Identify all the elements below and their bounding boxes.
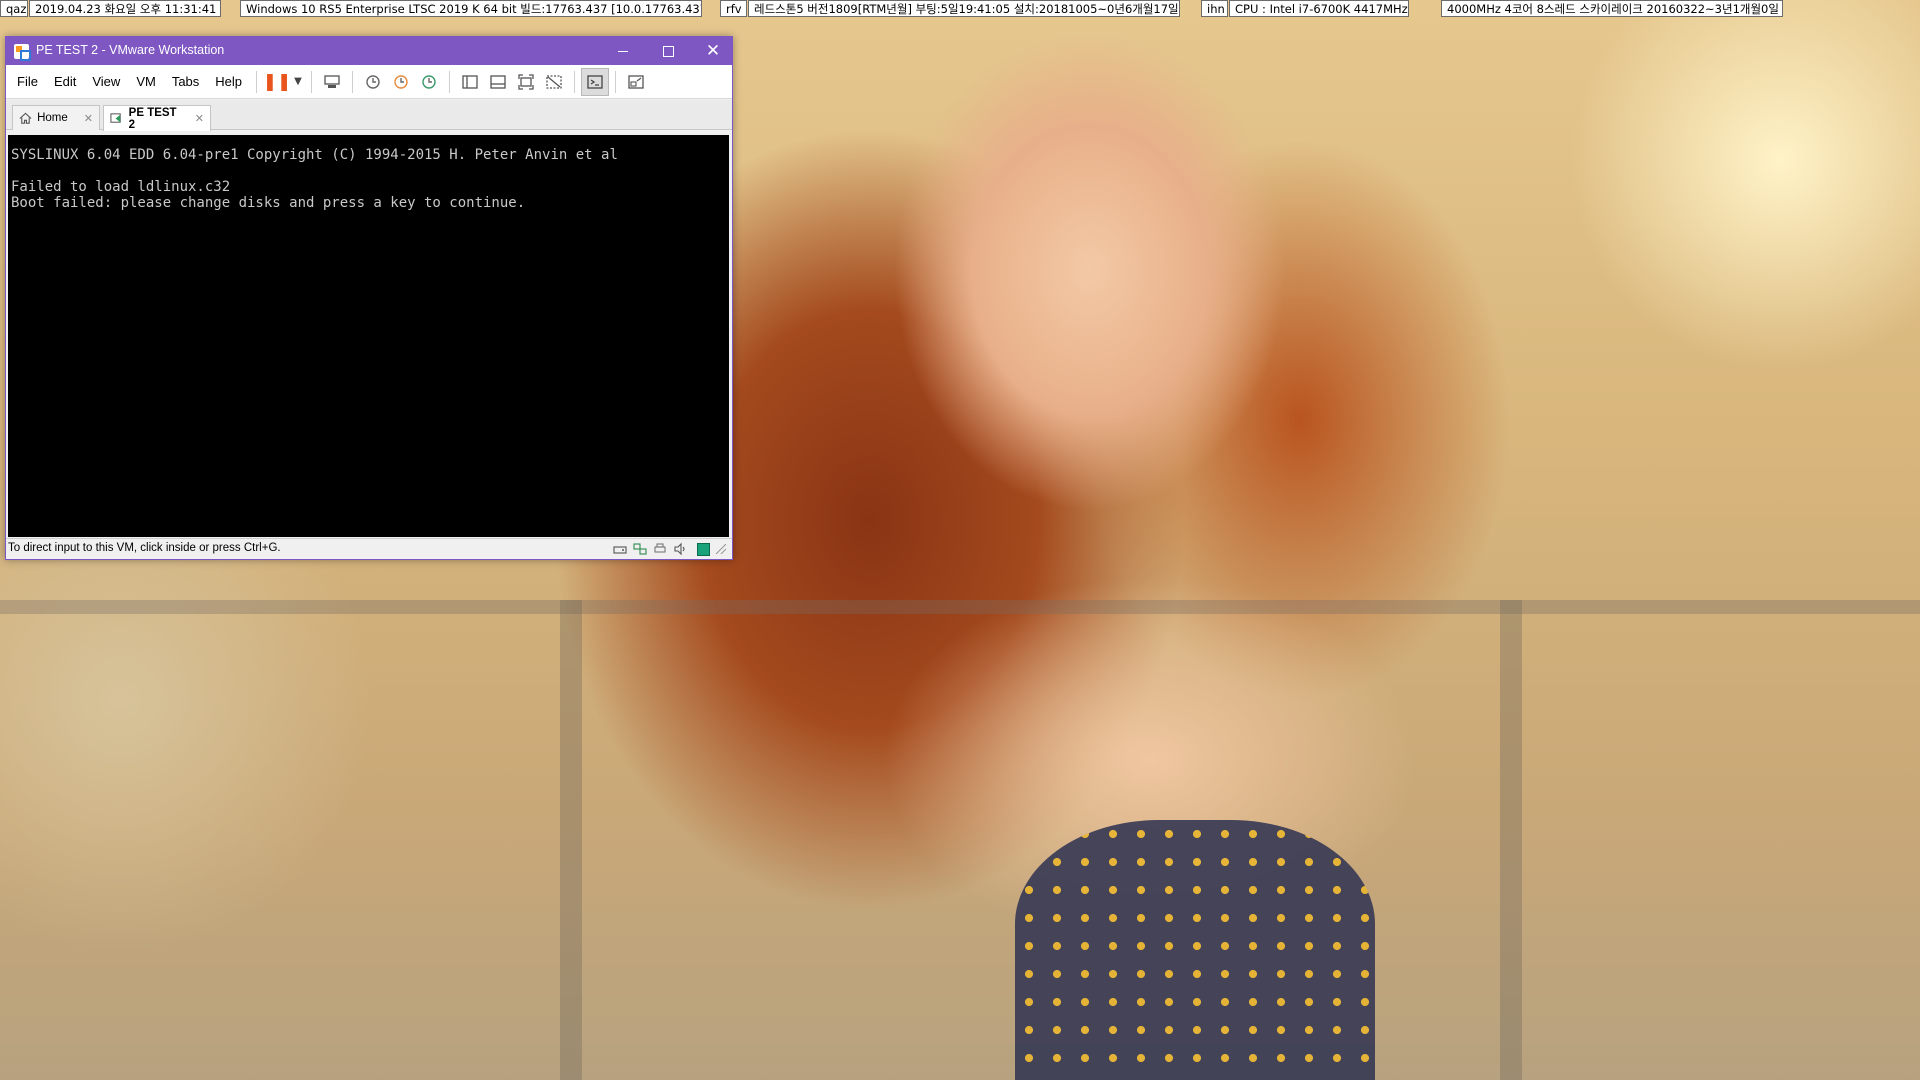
menu-tabs[interactable]: Tabs xyxy=(164,74,207,89)
menu-toolbar: File Edit View VM Tabs Help ❚❚ ▼ xyxy=(6,65,732,99)
network-adapter-icon[interactable] xyxy=(631,541,649,557)
menu-view[interactable]: View xyxy=(84,74,128,89)
show-library-icon[interactable] xyxy=(456,68,484,96)
toolbar-separator xyxy=(311,70,313,93)
info-cpu-detail: 4000MHz 4코어 8스레드 스카이레이크 20160322~3년1개월0일 xyxy=(1441,0,1783,17)
wallpaper-fence-post xyxy=(560,600,582,1080)
window-title: PE TEST 2 - VMware Workstation xyxy=(36,43,225,57)
toolbar-separator xyxy=(615,70,617,93)
console-line: Failed to load ldlinux.c32 xyxy=(11,179,231,195)
console-view-icon[interactable] xyxy=(581,67,610,96)
home-icon xyxy=(19,111,32,125)
sound-card-icon[interactable] xyxy=(671,541,689,557)
vmware-app-icon xyxy=(14,44,31,61)
snapshot-icon[interactable] xyxy=(359,68,387,96)
vm-console-screen[interactable]: SYSLINUX 6.04 EDD 6.04-pre1 Copyright (C… xyxy=(8,135,729,537)
resize-grip-icon[interactable] xyxy=(716,544,726,554)
wallpaper-dress xyxy=(1015,820,1375,1080)
snapshot-manager-icon[interactable] xyxy=(415,68,443,96)
status-bar: To direct input to this VM, click inside… xyxy=(6,538,732,559)
revert-snapshot-icon[interactable] xyxy=(387,68,415,96)
tab-pe-test-2[interactable]: PE TEST 2 ✕ xyxy=(103,105,211,131)
status-hint-text: To direct input to this VM, click inside… xyxy=(8,542,281,554)
device-status-icons xyxy=(609,541,726,557)
maximize-button[interactable] xyxy=(646,37,690,65)
wallpaper-fence-rail xyxy=(0,600,1920,614)
power-dropdown-icon[interactable]: ▼ xyxy=(291,76,305,87)
info-cpu: CPU : Intel i7-6700K 4417MHz xyxy=(1229,0,1409,17)
thumbnail-bar-icon[interactable] xyxy=(484,68,512,96)
tab-home-label: Home xyxy=(37,112,68,124)
toolbar-separator xyxy=(449,70,451,93)
console-line: Boot failed: please change disks and pre… xyxy=(11,195,526,211)
printer-icon[interactable] xyxy=(651,541,669,557)
minimize-button[interactable] xyxy=(601,37,645,65)
hard-disk-icon[interactable] xyxy=(611,541,629,557)
stretch-guest-icon[interactable] xyxy=(622,68,650,96)
menu-file[interactable]: File xyxy=(6,74,46,89)
info-os-version: Windows 10 RS5 Enterprise LTSC 2019 K 64… xyxy=(240,0,702,17)
close-button[interactable]: ✕ xyxy=(691,37,735,65)
info-boot-install: 레드스톤5 버전1809[RTM년월] 부팅:5일19:41:05 설치:201… xyxy=(748,0,1180,17)
wallpaper-fence-post xyxy=(1500,600,1522,1080)
vm-status-indicator-icon[interactable] xyxy=(697,542,710,556)
unity-icon[interactable] xyxy=(540,68,568,96)
toolbar-separator xyxy=(352,70,354,93)
vmware-window[interactable]: PE TEST 2 - VMware Workstation ✕ File Ed… xyxy=(5,36,733,560)
title-bar[interactable]: PE TEST 2 - VMware Workstation ✕ xyxy=(6,37,732,65)
toolbar-separator xyxy=(574,70,576,93)
menu-edit[interactable]: Edit xyxy=(46,74,84,89)
tab-home[interactable]: Home ✕ xyxy=(12,105,100,130)
system-info-bar: qaz 2019.04.23 화요일 오후 11:31:41 Windows 1… xyxy=(0,0,1920,18)
tab-pe-test-2-close-icon[interactable]: ✕ xyxy=(195,112,204,125)
vm-tab-icon xyxy=(110,112,124,126)
full-screen-icon[interactable] xyxy=(512,68,540,96)
tab-pe-test-2-label: PE TEST 2 xyxy=(128,106,177,131)
console-line: SYSLINUX 6.04 EDD 6.04-pre1 Copyright (C… xyxy=(11,147,618,163)
info-hotkey-ihn: ihn xyxy=(1201,0,1228,17)
menu-vm[interactable]: VM xyxy=(128,74,164,89)
tab-home-close-icon[interactable]: ✕ xyxy=(84,112,93,125)
toolbar-separator xyxy=(256,70,258,93)
pause-icon[interactable]: ❚❚ xyxy=(263,68,292,96)
info-hotkey-qaz: qaz xyxy=(0,0,28,17)
send-ctrl-alt-del-icon[interactable] xyxy=(318,68,346,96)
info-hotkey-rfv: rfv xyxy=(720,0,747,17)
vm-tab-bar: Home ✕ PE TEST 2 ✕ xyxy=(6,100,732,131)
info-datetime: 2019.04.23 화요일 오후 11:31:41 xyxy=(29,0,221,17)
menu-help[interactable]: Help xyxy=(207,74,250,89)
